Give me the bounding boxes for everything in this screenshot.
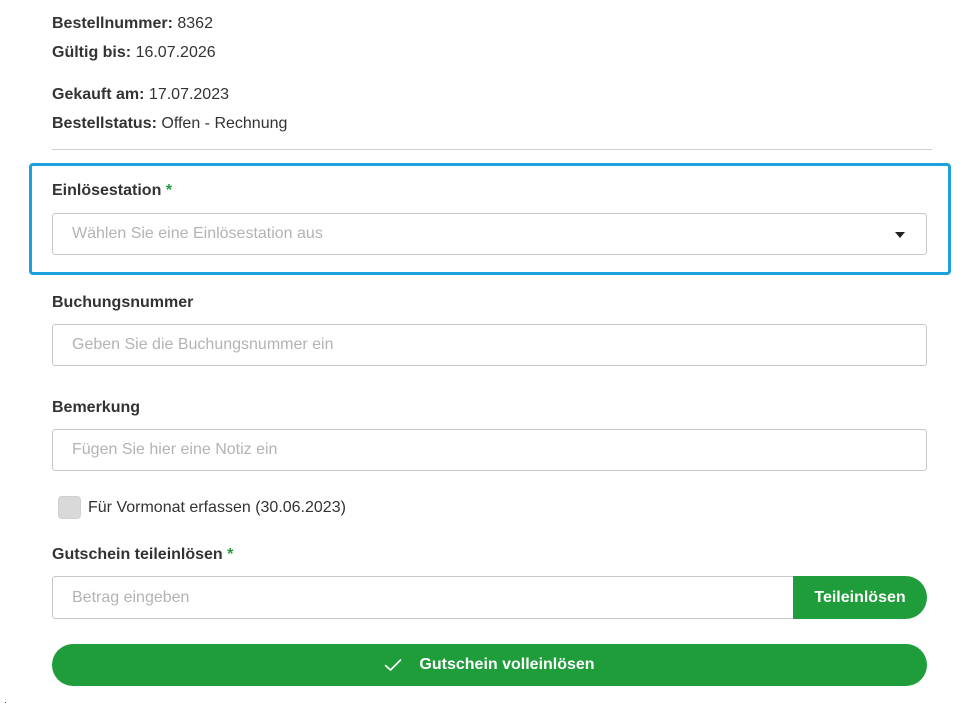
note-input[interactable] — [52, 429, 927, 471]
station-select-placeholder: Wählen Sie eine Einlösestation aus — [72, 225, 323, 242]
required-mark: * — [165, 182, 173, 199]
note-label: Bemerkung — [52, 399, 141, 416]
full-redeem-button[interactable]: Gutschein volleinlösen — [52, 644, 927, 686]
booking-number-label: Buchungsnummer — [52, 294, 194, 311]
order-status-value: Offen - Rechnung — [161, 115, 288, 132]
divider — [52, 149, 932, 150]
station-label-text: Einlösestation — [52, 182, 162, 199]
amount-input[interactable] — [52, 576, 794, 619]
order-number-label: Bestellnummer: — [52, 15, 173, 32]
station-label: Einlösestation * — [52, 181, 172, 201]
previous-month-label[interactable]: Für Vormonat erfassen (30.06.2023) — [88, 499, 346, 517]
purchase-date: Gekauft am: 17.07.2023 — [52, 85, 229, 105]
purchase-date-value: 17.07.2023 — [148, 86, 229, 103]
previous-month-checkbox[interactable] — [58, 496, 81, 519]
previous-month-row[interactable]: Für Vormonat erfassen (30.06.2023) — [58, 496, 346, 519]
required-mark: * — [227, 546, 234, 563]
booking-number-input[interactable] — [52, 324, 927, 366]
full-redeem-button-label: Gutschein volleinlösen — [419, 656, 595, 673]
station-select[interactable]: Wählen Sie eine Einlösestation aus — [52, 213, 927, 255]
partial-redeem-label: Gutschein teileinlösen * — [52, 545, 233, 565]
valid-until: Gültig bis: 16.07.2026 — [52, 43, 216, 63]
partial-redeem-button[interactable]: Teileinlösen — [793, 576, 927, 619]
caret-down-icon[interactable] — [895, 232, 905, 238]
purchase-date-label: Gekauft am: — [52, 86, 145, 103]
partial-redeem-label-text: Gutschein teileinlösen — [52, 546, 223, 563]
valid-until-label: Gültig bis: — [52, 44, 132, 61]
order-status-label: Bestellstatus: — [52, 115, 157, 132]
stray-dot — [5, 702, 6, 703]
order-number-value: 8362 — [177, 15, 213, 32]
check-icon — [385, 659, 402, 671]
order-status: Bestellstatus: Offen - Rechnung — [52, 114, 287, 134]
order-number: Bestellnummer: 8362 — [52, 14, 213, 34]
valid-until-value: 16.07.2026 — [135, 44, 216, 61]
